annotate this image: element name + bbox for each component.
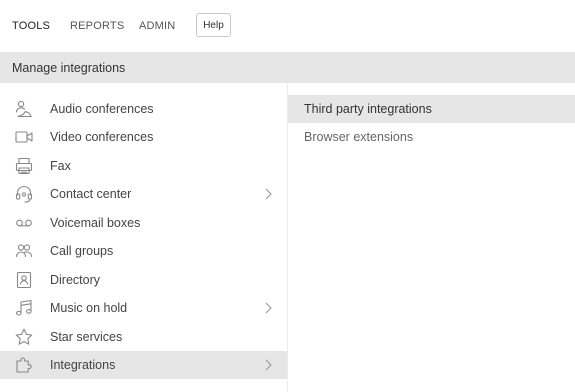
chevron-right-icon	[262, 301, 274, 315]
menu-item-label: Directory	[50, 273, 101, 287]
nav-admin[interactable]: ADMIN	[139, 0, 175, 52]
menu-item-label: Star services	[50, 330, 123, 344]
help-button[interactable]: Help	[196, 13, 231, 37]
menu-item-call-groups[interactable]: Call groups	[0, 237, 287, 265]
chevron-right-icon	[262, 187, 274, 201]
menu-item-label: Video conferences	[50, 130, 154, 144]
headset-icon	[14, 184, 34, 204]
nav-reports[interactable]: REPORTS	[70, 0, 124, 52]
menu-item-label: Integrations	[50, 358, 116, 372]
audio-conference-icon	[14, 99, 34, 119]
star-icon	[14, 327, 34, 347]
submenu-item-browser-extensions[interactable]: Browser extensions	[288, 123, 575, 151]
music-note-icon	[14, 298, 34, 318]
chevron-right-icon	[262, 358, 274, 372]
puzzle-icon	[14, 355, 34, 375]
video-camera-icon	[14, 127, 34, 147]
menu-item-contact-center[interactable]: Contact center	[0, 180, 287, 208]
menu-item-label: Audio conferences	[50, 102, 154, 116]
top-navigation-bar: TOOLS REPORTS ADMIN Help	[0, 0, 575, 53]
menu-item-directory[interactable]: Directory	[0, 266, 287, 294]
menu-item-label: Music on hold	[50, 301, 128, 315]
menu-item-label: Call groups	[50, 244, 114, 258]
menu-item-music-on-hold[interactable]: Music on hold	[0, 294, 287, 322]
nav-tools[interactable]: TOOLS	[12, 0, 50, 52]
group-icon	[14, 241, 34, 261]
directory-icon	[14, 270, 34, 290]
menu-item-audio-conferences[interactable]: Audio conferences	[0, 95, 287, 123]
integrations-menu: Audio conferences Video conferences Fax	[0, 83, 288, 392]
menu-item-star-services[interactable]: Star services	[0, 323, 287, 351]
section-header: Manage integrations	[0, 53, 575, 83]
voicemail-icon	[14, 213, 34, 233]
menu-item-voicemail-boxes[interactable]: Voicemail boxes	[0, 209, 287, 237]
fax-icon	[14, 156, 34, 176]
submenu-item-third-party-integrations[interactable]: Third party integrations	[288, 95, 575, 123]
menu-item-label: Fax	[50, 159, 71, 173]
menu-item-label: Contact center	[50, 187, 132, 201]
menu-item-fax[interactable]: Fax	[0, 152, 287, 180]
menu-item-video-conferences[interactable]: Video conferences	[0, 123, 287, 151]
menu-item-label: Voicemail boxes	[50, 216, 141, 230]
menu-item-integrations[interactable]: Integrations	[0, 351, 287, 379]
integrations-submenu: Third party integrations Browser extensi…	[288, 83, 575, 392]
